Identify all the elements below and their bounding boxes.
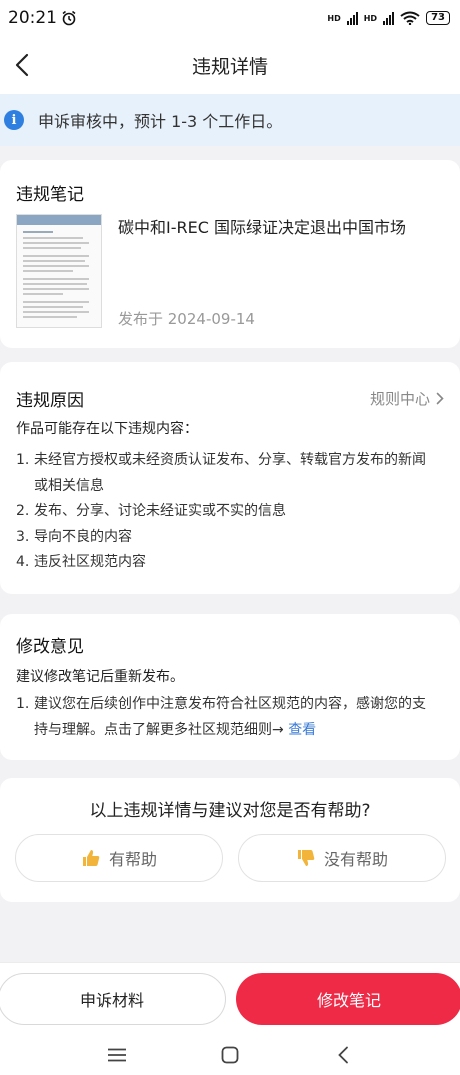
list-item-text: 导向不良的内容 — [34, 528, 132, 545]
page-title: 违规详情 — [191, 55, 268, 78]
status-left: 20:21 — [8, 8, 77, 28]
note-title[interactable]: 碳中和I-REC 国际绿证决定退出中国市场 — [118, 214, 448, 238]
thumbs-down-icon — [297, 850, 315, 866]
system-nav-bar — [0, 1034, 460, 1075]
reason-header: 违规原因 规则中心 — [16, 386, 444, 411]
list-item-num: 2. — [16, 503, 30, 519]
rule-center-label: 规则中心 — [369, 390, 430, 408]
thumbs-up-icon — [82, 850, 100, 866]
appeal-status-notice: i 申诉审核中，预计 1-3 个工作日。 — [0, 94, 460, 146]
list-item-text: 违反社区规范内容 — [34, 554, 146, 570]
alarm-icon — [62, 10, 76, 26]
advice-card-title: 修改意见 — [16, 637, 84, 657]
view-guidelines-link[interactable]: 查看 — [288, 722, 316, 738]
note-card-title: 违规笔记 — [16, 185, 84, 205]
edit-advice-card: 修改意见 建议修改笔记后重新发布。 1. 建议您在后续创作中注意发布符合社区规范… — [0, 614, 460, 760]
violation-reason-card: 违规原因 规则中心 作品可能存在以下违规内容： 1. 未经官方授权或未经资质认证发… — [0, 362, 460, 594]
chevron-left-icon — [15, 53, 29, 77]
top-app-bar: 违规详情 — [0, 36, 460, 94]
chevron-right-icon — [436, 392, 444, 405]
advice-intro: 建议修改笔记后重新发布。 — [16, 669, 184, 685]
reason-card-title: 违规原因 — [16, 391, 84, 411]
home-square-icon — [221, 1046, 239, 1063]
feedback-question: 以上违规详情与建议对您是否有帮助? — [89, 801, 371, 821]
feedback-card: 以上违规详情与建议对您是否有帮助? 有帮助 没有帮助 — [0, 778, 460, 902]
reason-list: 1. 未经官方授权或未经资质认证发布、分享、转载官方发布的新闻或相关信息 2. 发布… — [16, 448, 436, 576]
nav-back-icon — [338, 1046, 349, 1063]
menu-icon — [107, 1048, 126, 1061]
hd-label-1: HD — [327, 13, 341, 23]
list-item: 4. 违反社区规范内容 — [16, 550, 436, 576]
helpful-button[interactable]: 有帮助 — [15, 834, 223, 882]
helpful-label: 有帮助 — [108, 850, 157, 869]
status-right: HD HD 73 — [327, 11, 450, 25]
status-time: 20:21 — [8, 8, 57, 28]
info-icon: i — [4, 110, 24, 130]
list-item: 3. 导向不良的内容 — [16, 525, 436, 551]
edit-note-button[interactable]: 修改笔记 — [236, 973, 460, 1025]
advice-item: 1. 建议您在后续创作中注意发布符合社区规范的内容，感谢您的支持与理解。点击了解… — [16, 692, 436, 743]
wifi-icon — [400, 11, 420, 25]
note-thumbnail[interactable] — [16, 214, 102, 328]
reason-intro: 作品可能存在以下违规内容： — [16, 421, 198, 437]
nav-home-button[interactable] — [210, 1040, 250, 1070]
list-item: 2. 发布、分享、讨论未经证实或不实的信息 — [16, 499, 436, 525]
nav-menu-button[interactable] — [97, 1040, 137, 1070]
list-item-num: 3. — [16, 528, 30, 545]
list-item-num: 1. — [16, 452, 30, 468]
battery-icon: 73 — [426, 11, 450, 25]
nav-back-button[interactable] — [323, 1040, 363, 1070]
list-item-text: 未经官方授权或未经资质认证发布、分享、转载官方发布的新闻或相关信息 — [34, 452, 426, 494]
hd-label-2: HD — [363, 13, 378, 23]
status-bar: 20:21 HD HD 73 — [0, 0, 460, 36]
list-item-num: 4. — [16, 554, 30, 570]
list-item: 1. 未经官方授权或未经资质认证发布、分享、转载官方发布的新闻或相关信息 — [16, 448, 436, 499]
signal-icon — [346, 11, 358, 25]
appeal-materials-button[interactable]: 申诉材料 — [0, 973, 226, 1025]
notice-text: 申诉审核中，预计 1-3 个工作日。 — [38, 112, 283, 131]
bottom-action-bar: 申诉材料 修改笔记 — [0, 962, 460, 1034]
advice-item-body: 建议您在后续创作中注意发布符合社区规范的内容，感谢您的支持与理解。点击了解更多社… — [34, 692, 436, 743]
advice-item-text: 建议您在后续创作中注意发布符合社区规范的内容，感谢您的支持与理解。点击了解更多社… — [34, 696, 426, 738]
not-helpful-button[interactable]: 没有帮助 — [238, 834, 446, 882]
rule-center-link[interactable]: 规则中心 — [370, 388, 444, 409]
back-button[interactable] — [0, 36, 44, 94]
signal-icon-2 — [383, 11, 395, 25]
advice-item-num: 1. — [16, 696, 30, 712]
list-item-text: 发布、分享、讨论未经证实或不实的信息 — [34, 503, 286, 519]
note-publish-date: 发布于 2024-09-14 — [118, 310, 255, 328]
not-helpful-label: 没有帮助 — [323, 850, 388, 869]
